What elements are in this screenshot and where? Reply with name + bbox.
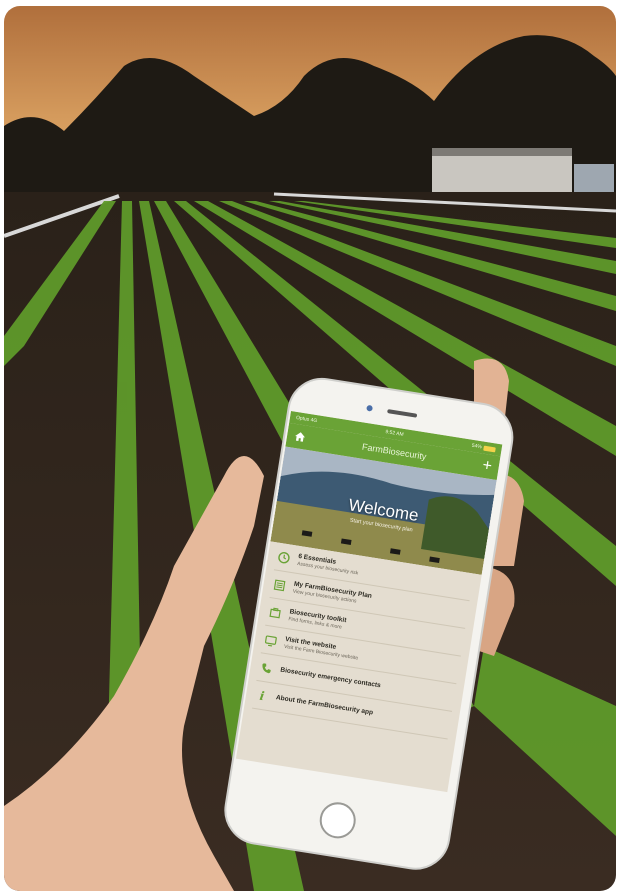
home-icon[interactable] (293, 430, 307, 444)
main-menu: 6 Essentials Assess your biosecurity ris… (244, 541, 482, 740)
battery-label: 54% (471, 442, 483, 451)
app-title: FarmBiosecurity (361, 441, 428, 462)
monitor-icon (262, 633, 280, 647)
photo-scene: Optus 4G 9:52 AM 54% FarmBiosecurity + W… (4, 6, 616, 891)
clock-icon (275, 550, 293, 564)
toolkit-icon (266, 605, 284, 619)
info-icon: i (258, 688, 266, 703)
checklist-icon (271, 578, 289, 592)
time-label: 9:52 AM (384, 429, 404, 438)
phone-icon (258, 661, 276, 675)
carrier-label: Optus 4G (295, 414, 318, 425)
add-icon[interactable]: + (481, 457, 493, 475)
battery-icon (483, 445, 496, 452)
